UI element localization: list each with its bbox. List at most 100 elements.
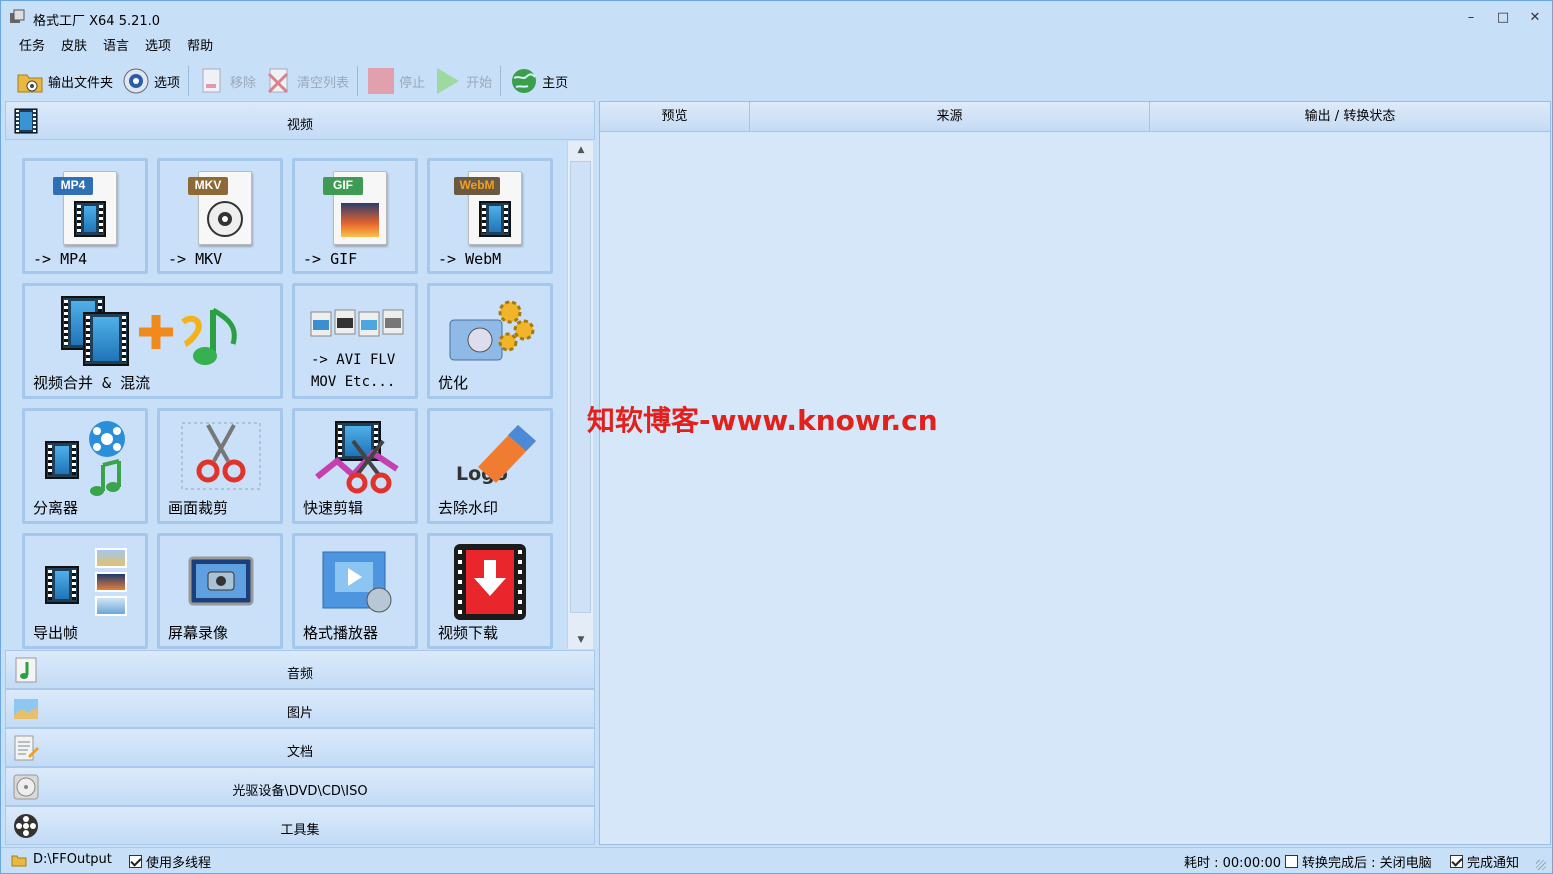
tile-label: -> AVI FLV (311, 352, 396, 368)
toolbar-separator (357, 66, 359, 96)
tile-label: -> WebM (438, 250, 502, 268)
column-output-status[interactable]: 输出 / 转换状态 (1150, 102, 1550, 132)
after-convert-label: 转换完成后 : 关闭电脑 (1302, 856, 1432, 871)
options-label: 选项 (154, 75, 181, 91)
column-preview[interactable]: 预览 (600, 102, 750, 132)
column-source[interactable]: 来源 (750, 102, 1150, 132)
tile-crop[interactable]: 画面裁剪 (157, 408, 283, 524)
sunset-image-icon (341, 203, 379, 237)
tile-splitter[interactable]: 分离器 (22, 408, 148, 524)
menu-language[interactable]: 语言 (95, 37, 137, 57)
scroll-down-icon[interactable]: ▼ (568, 631, 594, 649)
category-video-label: 视频 (286, 118, 313, 133)
minimize-button[interactable]: – (1456, 7, 1486, 29)
menu-task[interactable]: 任务 (11, 37, 53, 57)
category-document-label: 文档 (286, 745, 313, 760)
tile-video-merge[interactable]: 视频合并 & 混流 (22, 283, 283, 399)
category-tools-label: 工具集 (280, 823, 320, 838)
after-convert-checkbox[interactable] (1285, 855, 1298, 868)
tile-format-player[interactable]: 格式播放器 (292, 533, 418, 649)
tile-to-mp4[interactable]: MP4 -> MP4 (22, 158, 148, 274)
category-audio-label: 音频 (286, 667, 313, 682)
title-bar: 格式工厂 X64 5.21.0 – □ ✕ (1, 1, 1552, 35)
gif-badge: GIF (323, 177, 363, 195)
tile-label: 快速剪辑 (303, 499, 364, 517)
tile-to-gif[interactable]: GIF -> GIF (292, 158, 418, 274)
output-path[interactable]: D:\FFOutput (11, 852, 112, 867)
tile-label: 视频合并 & 混流 (33, 374, 151, 392)
watermark-text: 知软博客-www.knowr.cn (587, 404, 938, 437)
notify-toggle[interactable]: 完成通知 (1450, 852, 1519, 871)
tile-screen-record[interactable]: 屏幕录像 (157, 533, 283, 649)
after-convert-toggle[interactable]: 转换完成后 : 关闭电脑 (1285, 852, 1432, 871)
mp4-badge: MP4 (53, 177, 93, 195)
app-logo-icon (10, 9, 25, 23)
options-button[interactable]: 选项 (117, 64, 184, 98)
maximize-button[interactable]: □ (1488, 7, 1518, 29)
tile-to-mkv[interactable]: MKV -> MKV (157, 158, 283, 274)
resize-grip[interactable] (1536, 860, 1546, 870)
toolbar-separator (188, 66, 190, 96)
download-icon (454, 544, 526, 620)
tile-video-download[interactable]: 视频下载 (427, 533, 553, 649)
tile-quick-clip[interactable]: 快速剪辑 (292, 408, 418, 524)
video-grid-scrollbar[interactable]: ▲ ▼ (567, 141, 593, 649)
home-button[interactable]: 主页 (505, 64, 572, 98)
toolbar: 输出文件夹 选项 移除 清空列表 停止 开始 主页 (11, 63, 572, 99)
menu-help[interactable]: 帮助 (179, 37, 221, 57)
tile-label: MOV Etc... (311, 374, 396, 390)
scroll-up-icon[interactable]: ▲ (568, 141, 594, 159)
tile-label: 分离器 (33, 499, 79, 517)
tile-remove-watermark[interactable]: Logo 去除水印 (427, 408, 553, 524)
start-button[interactable]: 开始 (429, 64, 496, 98)
menu-options[interactable]: 选项 (137, 37, 179, 57)
tile-label: 视频下载 (438, 624, 499, 642)
scroll-thumb[interactable] (570, 161, 591, 613)
category-picture[interactable]: 图片 (5, 689, 595, 728)
category-rom-label: 光驱设备\DVD\CD\ISO (232, 784, 368, 799)
category-panel: 视频 MP4 -> MP4 MKV -> MKV GIF -> GIF WebM… (5, 101, 595, 845)
tile-label: 优化 (438, 374, 469, 392)
category-video[interactable]: 视频 (5, 101, 595, 140)
video-tools-grid: MP4 -> MP4 MKV -> MKV GIF -> GIF WebM ->… (5, 141, 567, 649)
optimize-gears-icon (449, 300, 535, 361)
frame-image-icon (95, 572, 127, 592)
menu-skin[interactable]: 皮肤 (53, 37, 95, 57)
output-folder-label: 输出文件夹 (48, 75, 114, 91)
category-tools[interactable]: 工具集 (5, 806, 595, 845)
multithread-checkbox[interactable] (129, 855, 142, 868)
home-label: 主页 (542, 75, 569, 91)
tile-export-frames[interactable]: 导出帧 (22, 533, 148, 649)
clear-list-icon (267, 68, 289, 94)
document-remove-icon (202, 68, 221, 93)
output-folder-button[interactable]: 输出文件夹 (11, 64, 117, 98)
close-button[interactable]: ✕ (1520, 7, 1550, 29)
tile-label: -> GIF (303, 250, 358, 268)
tile-optimize[interactable]: 优化 (427, 283, 553, 399)
category-rom-device[interactable]: 光驱设备\DVD\CD\ISO (5, 767, 595, 806)
quick-clip-scissors-icon (315, 439, 399, 494)
clear-list-button[interactable]: 清空列表 (260, 64, 353, 98)
category-audio[interactable]: 音频 (5, 650, 595, 689)
task-list-header: 预览 来源 输出 / 转换状态 (600, 102, 1550, 132)
stop-button[interactable]: 停止 (362, 64, 429, 98)
globe-icon (512, 69, 537, 93)
status-bar: D:\FFOutput 使用多线程 耗时 : 00:00:00 转换完成后 : … (1, 847, 1552, 873)
tile-label: 去除水印 (438, 499, 499, 517)
tile-to-webm[interactable]: WebM -> WebM (427, 158, 553, 274)
task-list: 预览 来源 输出 / 转换状态 (599, 101, 1551, 845)
tile-to-other-formats[interactable]: -> AVI FLV MOV Etc... (292, 283, 418, 399)
folder-icon (11, 855, 27, 866)
notify-checkbox[interactable] (1450, 855, 1463, 868)
player-icon (322, 551, 392, 613)
multithread-label: 使用多线程 (146, 856, 212, 871)
splitter-reel-music-icon (89, 421, 125, 496)
elapsed-label: 耗时 : 00:00:00 (1184, 856, 1282, 871)
eraser-icon (478, 425, 536, 483)
tile-label: 画面裁剪 (168, 499, 229, 517)
category-document[interactable]: 文档 (5, 728, 595, 767)
tile-label: -> MKV (168, 250, 223, 268)
multithread-toggle[interactable]: 使用多线程 (129, 852, 211, 871)
toolbar-separator (500, 66, 502, 96)
remove-button[interactable]: 移除 (193, 64, 260, 98)
